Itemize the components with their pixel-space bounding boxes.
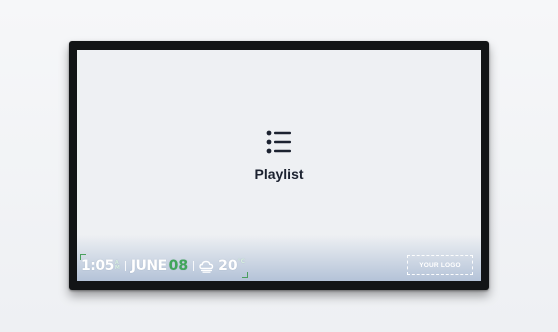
separator (193, 261, 195, 271)
date-day: 08 (168, 258, 189, 274)
display-frame: Playlist 1:05 A M JUNE 08 20 °C YOUR LOG… (69, 41, 489, 290)
info-widget: 1:05 A M JUNE 08 20 °C (80, 254, 249, 278)
frame-corner (242, 272, 249, 278)
display-screen: Playlist 1:05 A M JUNE 08 20 °C YOUR LOG… (77, 50, 481, 281)
am-pm-indicator: A M (115, 261, 120, 271)
ticker-bar: 1:05 A M JUNE 08 20 °C YOUR LOGO (77, 235, 481, 281)
pm-indicator: M (114, 265, 120, 271)
separator (124, 261, 126, 271)
logo-placeholder: YOUR LOGO (407, 255, 473, 275)
date-month: JUNE (130, 258, 167, 274)
temperature-unit: °C (237, 258, 246, 265)
playlist-title: Playlist (254, 166, 304, 182)
logo-text: YOUR LOGO (419, 261, 461, 269)
cloud-icon (199, 260, 214, 273)
clock-time: 1:05 (81, 258, 114, 274)
frame-corner (80, 254, 86, 260)
list-icon (266, 130, 291, 154)
playlist-placeholder: Playlist (77, 130, 481, 182)
temperature-value: 20 (218, 258, 238, 274)
